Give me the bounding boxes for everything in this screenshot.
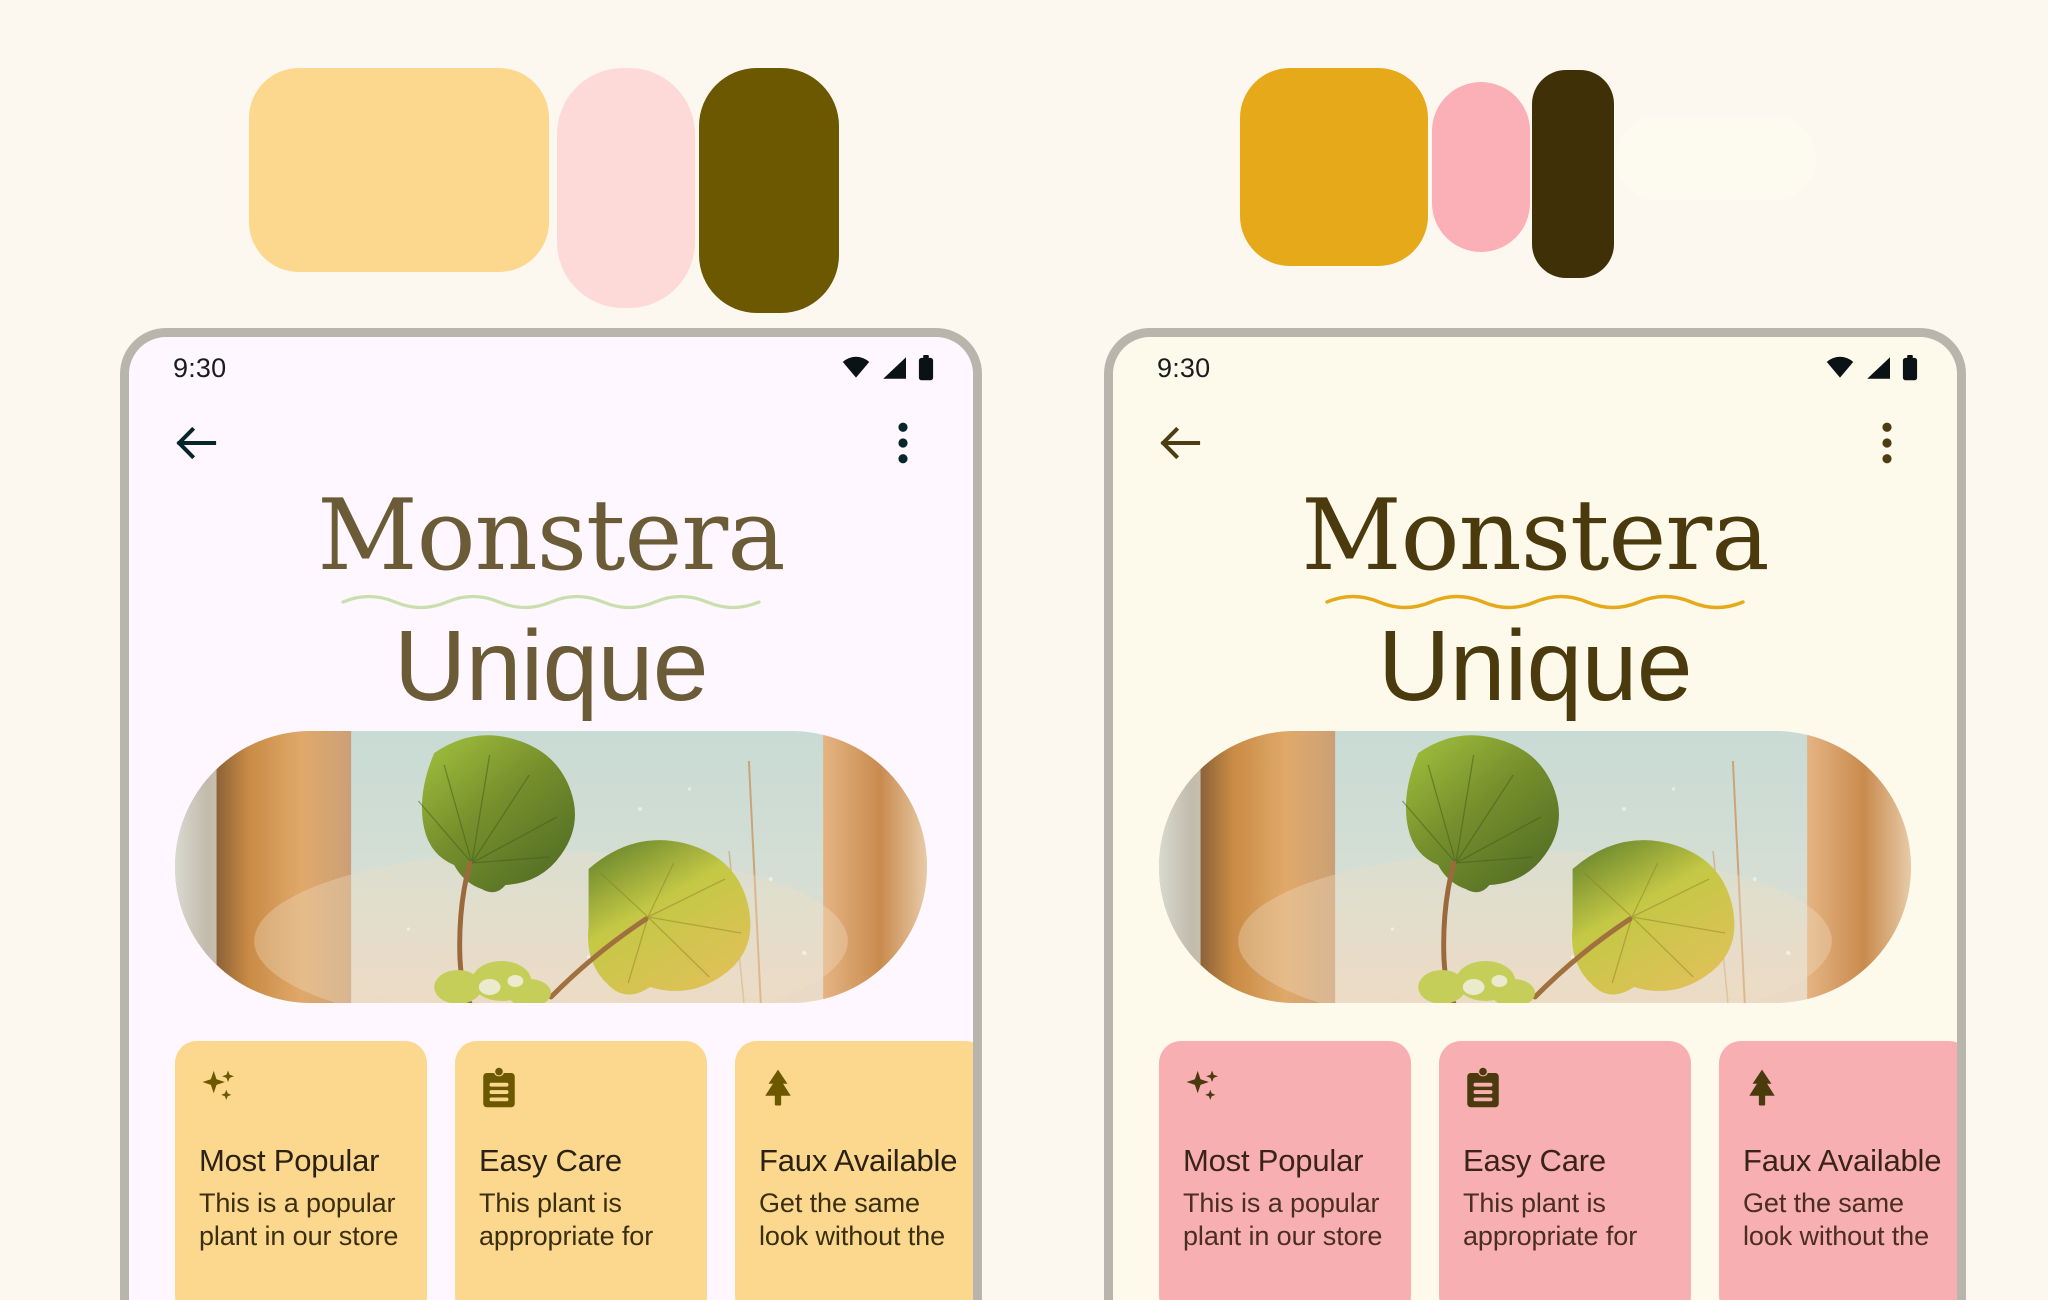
overflow-menu-icon[interactable] bbox=[875, 415, 931, 471]
sparkle-icon bbox=[199, 1067, 403, 1119]
swatch-on-surface-dark bbox=[699, 68, 839, 313]
feature-card-body: This is a popular plant in our store bbox=[199, 1187, 399, 1251]
hero-image-wrap-vibrant bbox=[1113, 717, 1957, 1003]
swatch-primary-vibrant bbox=[1240, 68, 1428, 266]
feature-card-title: Easy Care bbox=[479, 1142, 622, 1178]
feature-card-body: Get the same look without the bbox=[759, 1187, 946, 1251]
tree-icon bbox=[1743, 1067, 1947, 1119]
page-title-line1: Monstera bbox=[1301, 479, 1769, 593]
feature-card-title: Most Popular bbox=[199, 1142, 380, 1178]
swatch-secondary-pink bbox=[1432, 82, 1530, 252]
battery-icon bbox=[1902, 355, 1918, 381]
tree-icon bbox=[759, 1067, 963, 1119]
wifi-icon bbox=[1826, 356, 1854, 378]
vibrant-theme-palette bbox=[1240, 68, 1816, 278]
page-title-block-light: Monstera Unique bbox=[129, 479, 973, 722]
feature-card-list-vibrant: Most Popular This is a popular plant in … bbox=[1113, 1003, 1957, 1300]
feature-card[interactable]: Most Popular This is a popular plant in … bbox=[175, 1040, 427, 1300]
feature-card-body: This is a popular plant in our store bbox=[1183, 1187, 1383, 1251]
screen-light: 9:30 Monstera Unique Most Popular This i… bbox=[129, 337, 973, 1300]
status-clock: 9:30 bbox=[1157, 352, 1211, 383]
status-icons bbox=[1825, 355, 1919, 381]
comparison-canvas: 9:30 Monstera Unique Most Popular This i… bbox=[0, 0, 2048, 1300]
feature-card-body: This plant is appropriate for bbox=[479, 1187, 654, 1251]
light-theme-palette bbox=[249, 68, 839, 313]
back-arrow-icon[interactable] bbox=[169, 415, 225, 471]
feature-card-list-light: Most Popular This is a popular plant in … bbox=[129, 1003, 973, 1300]
status-clock: 9:30 bbox=[173, 352, 227, 383]
app-bar-light bbox=[129, 399, 973, 487]
feature-card-body: Get the same look without the bbox=[1743, 1187, 1930, 1251]
status-icons bbox=[841, 355, 935, 381]
page-title-block-vibrant: Monstera Unique bbox=[1113, 479, 1957, 722]
swatch-secondary-container bbox=[557, 68, 695, 308]
battery-icon bbox=[918, 355, 934, 381]
page-title-line2: Unique bbox=[394, 609, 708, 722]
app-bar-vibrant bbox=[1113, 399, 1957, 487]
swatch-surface-cream bbox=[1616, 116, 1816, 200]
clipboard-icon bbox=[1463, 1067, 1667, 1119]
swatch-primary-container bbox=[249, 68, 549, 272]
page-title-line1: Monstera bbox=[317, 479, 785, 593]
feature-card[interactable]: Easy Care This plant is appropriate for bbox=[1439, 1040, 1691, 1300]
screen-vibrant: 9:30 Monstera Unique Most Popular This i… bbox=[1113, 337, 1957, 1300]
feature-card[interactable]: Faux Available Get the same look without… bbox=[735, 1040, 973, 1300]
signal-icon bbox=[883, 357, 906, 379]
overflow-menu-icon[interactable] bbox=[1859, 415, 1915, 471]
feature-card-title: Easy Care bbox=[1463, 1142, 1606, 1178]
hero-image-wrap-light bbox=[129, 717, 973, 1003]
feature-card[interactable]: Faux Available Get the same look without… bbox=[1719, 1040, 1957, 1300]
monstera-plant-photo bbox=[1159, 730, 1911, 1003]
status-bar: 9:30 bbox=[1113, 337, 1957, 399]
phone-light-theme: 9:30 Monstera Unique Most Popular This i… bbox=[120, 328, 982, 1300]
feature-card[interactable]: Easy Care This plant is appropriate for bbox=[455, 1040, 707, 1300]
phone-vibrant-theme: 9:30 Monstera Unique Most Popular This i… bbox=[1104, 328, 1966, 1300]
swatch-on-surface-darkest bbox=[1532, 70, 1614, 278]
feature-card-body: This plant is appropriate for bbox=[1463, 1187, 1638, 1251]
sparkle-icon bbox=[1183, 1067, 1387, 1119]
wifi-icon bbox=[842, 356, 870, 378]
feature-card[interactable]: Most Popular This is a popular plant in … bbox=[1159, 1040, 1411, 1300]
clipboard-icon bbox=[479, 1067, 683, 1119]
page-title-line2: Unique bbox=[1378, 609, 1692, 722]
monstera-plant-photo bbox=[175, 730, 927, 1003]
back-arrow-icon[interactable] bbox=[1153, 415, 1209, 471]
feature-card-title: Faux Available bbox=[759, 1142, 958, 1178]
signal-icon bbox=[1867, 357, 1890, 379]
feature-card-title: Faux Available bbox=[1743, 1142, 1942, 1178]
feature-card-title: Most Popular bbox=[1183, 1142, 1364, 1178]
status-bar: 9:30 bbox=[129, 337, 973, 399]
